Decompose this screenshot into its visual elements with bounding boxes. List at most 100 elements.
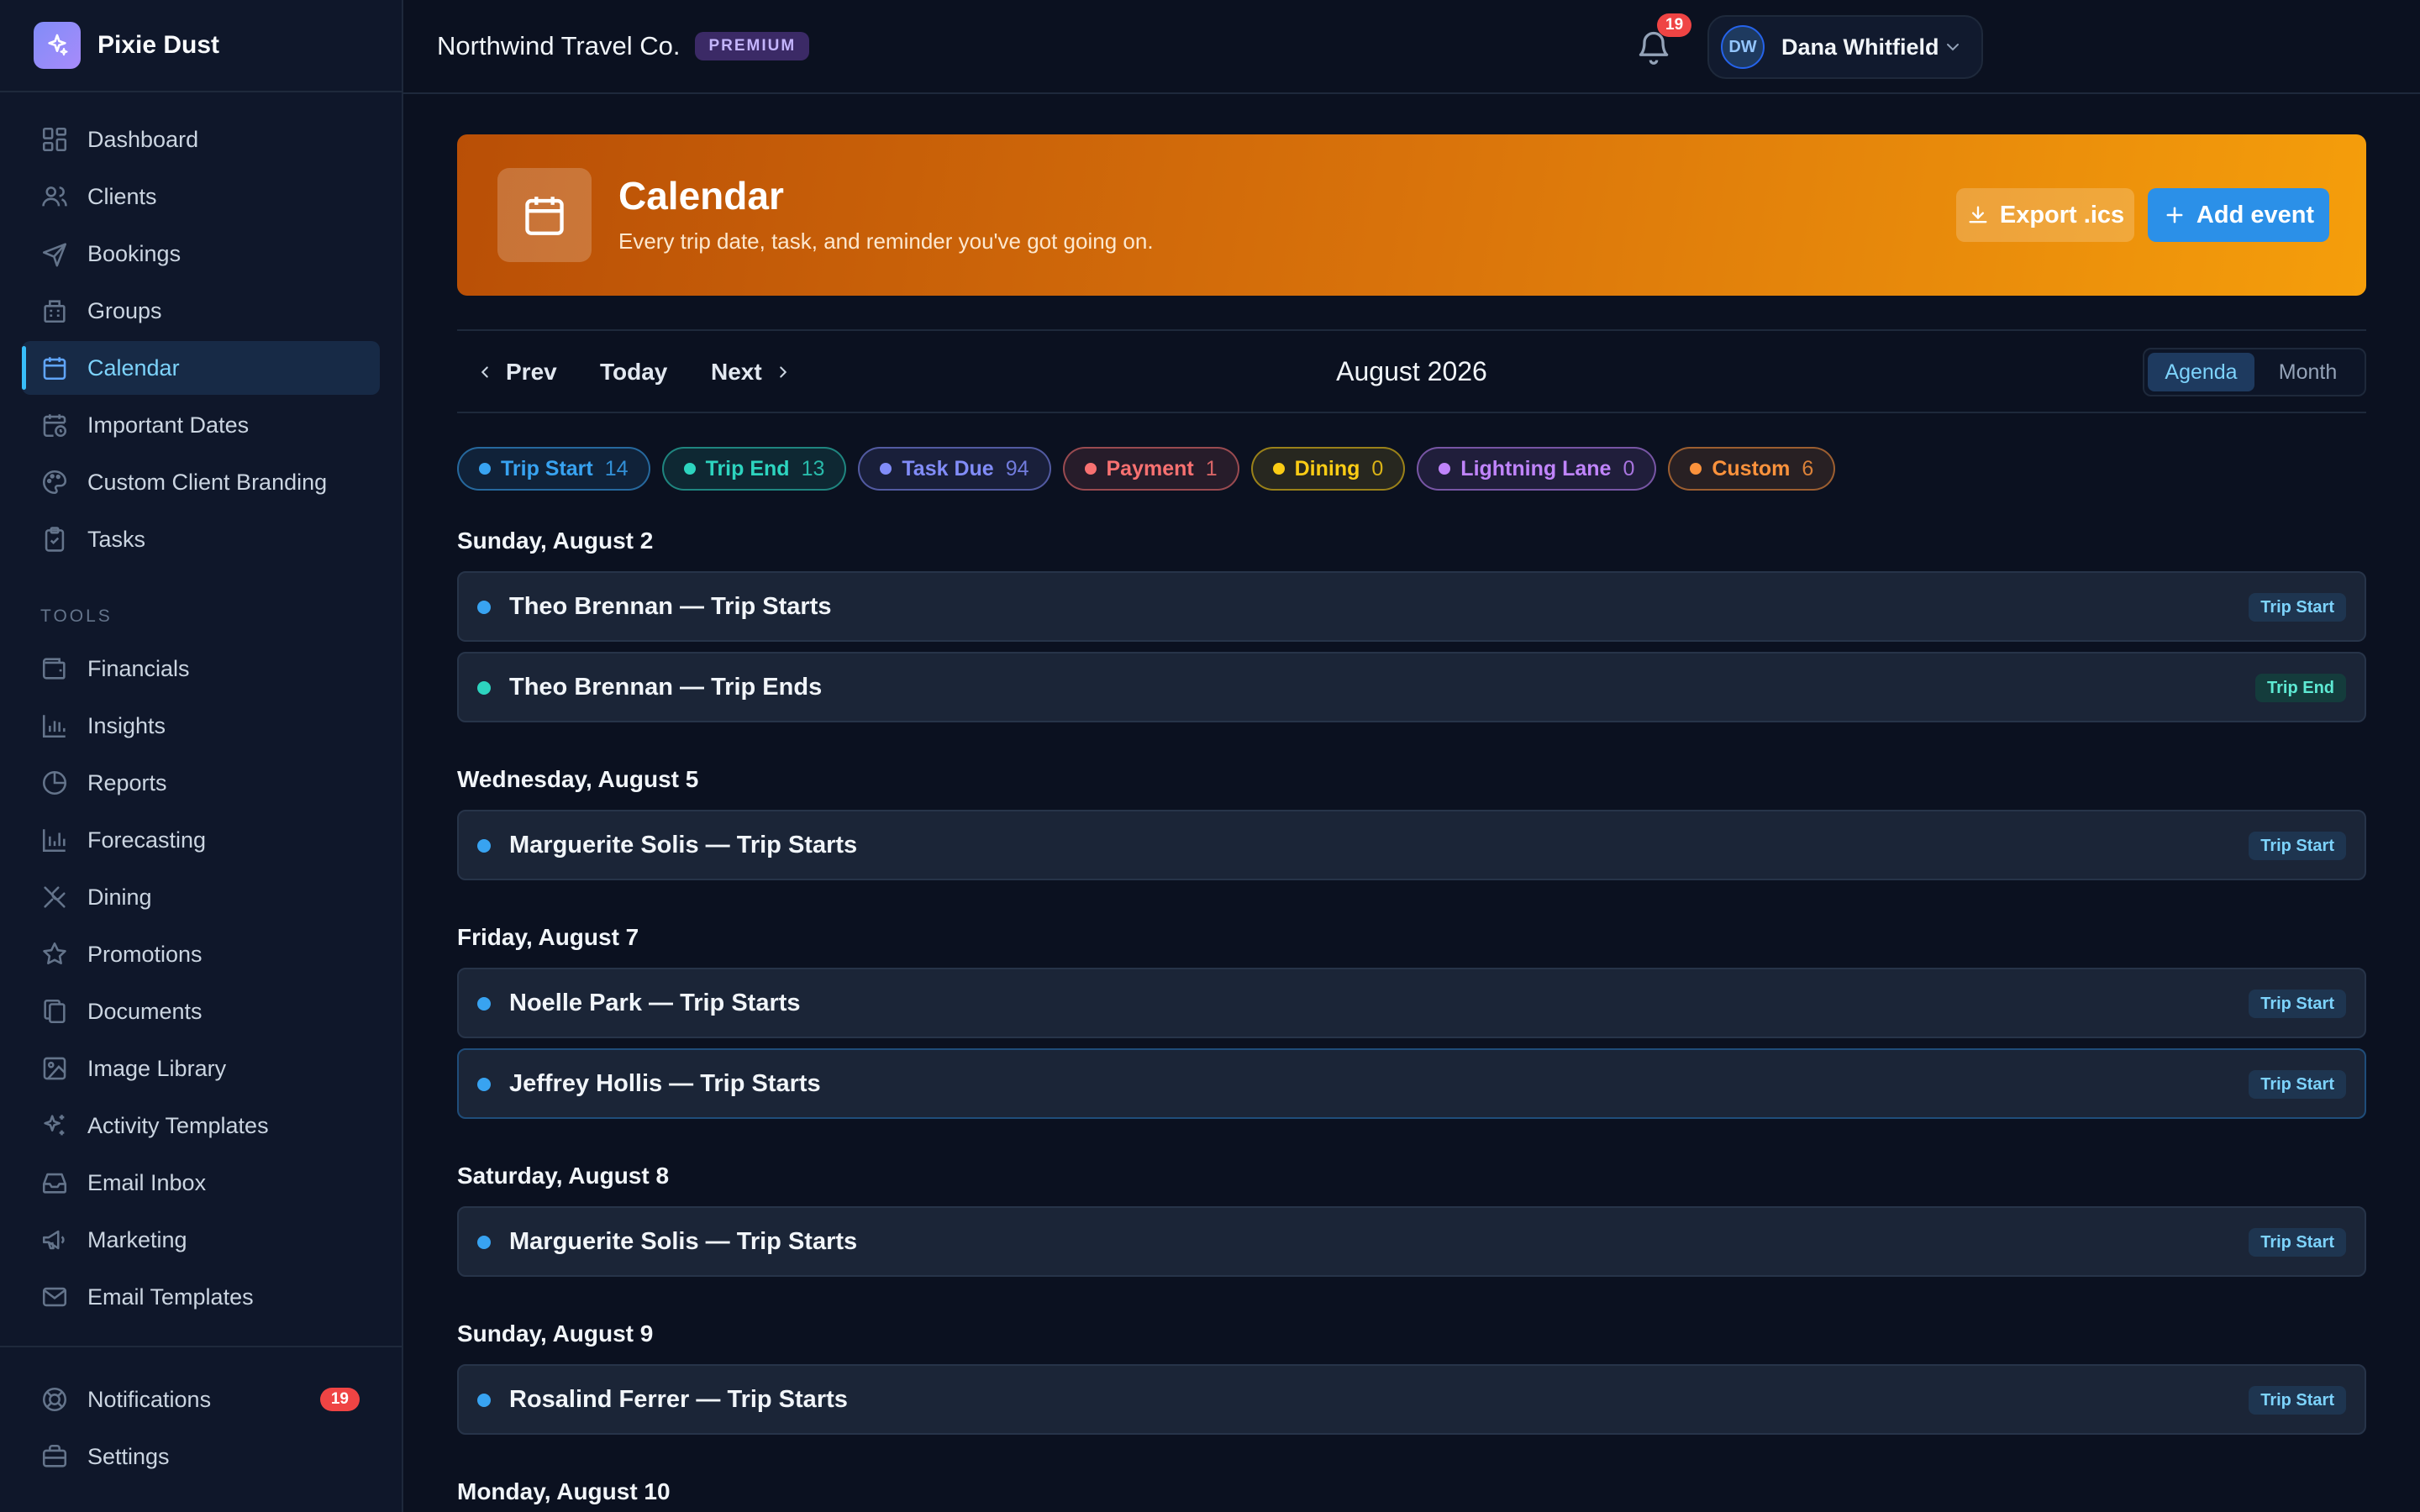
image-icon [43,1057,66,1080]
megaphone-icon [42,1230,65,1250]
agenda-event[interactable]: Rosalind Ferrer — Trip Starts Trip Start [457,1364,2366,1435]
sidebar-item-label: Bookings [87,240,182,266]
filter-count: 1 [1205,456,1218,480]
wallet-icon [42,658,66,680]
view-agenda-button[interactable]: Agenda [2148,353,2254,391]
filter-count: 94 [1005,456,1029,480]
agenda-event[interactable]: Marguerite Solis — Trip Starts Trip Star… [457,1206,2366,1277]
sidebar-item-insights[interactable]: Insights [22,699,380,753]
filter-chip-custom[interactable]: Custom 6 [1668,447,1836,491]
event-dot-icon [477,681,491,695]
sidebar-item-documents[interactable]: Documents [22,984,380,1038]
agenda-event[interactable]: Marguerite Solis — Trip Starts Trip Star… [457,810,2366,880]
event-title: Theo Brennan — Trip Ends [509,674,823,701]
sidebar-item-promotions[interactable]: Promotions [22,927,380,981]
add-event-button[interactable]: Add event [2148,188,2329,242]
day-heading: Friday, August 7 [457,924,639,950]
plus-icon [2166,207,2183,223]
sidebar-item-groups[interactable]: Groups [22,284,380,338]
briefcase-icon [42,1444,67,1467]
event-type-badge: Trip Start [2249,593,2346,622]
sidebar-item-label: Settings [87,1443,170,1469]
export-ics-label: Export .ics [1999,201,2125,228]
day-heading: Wednesday, August 5 [457,766,699,792]
sidebar-item-image-library[interactable]: Image Library [22,1042,380,1095]
sidebar-item-clients[interactable]: Clients [22,170,380,223]
export-ics-button[interactable]: Export .ics [1956,188,2134,242]
sidebar-item-label: Activity Templates [87,1112,269,1138]
plane-icon [42,243,67,267]
event-title: Marguerite Solis — Trip Starts [509,1228,858,1255]
filter-chip-trip-end[interactable]: Trip End 13 [661,447,847,491]
sidebar-item-custom-client-branding[interactable]: Custom Client Branding [22,455,380,509]
sidebar-item-dining[interactable]: Dining [22,870,380,924]
sidebar-item-label: Groups [87,297,162,323]
sidebar-item-important-dates[interactable]: Important Dates [22,398,380,452]
filter-chip-payment[interactable]: Payment 1 [1062,447,1239,491]
sparkle-logo-icon [34,22,81,69]
lifebuoy-icon [42,1387,67,1412]
sidebar-item-bookings[interactable]: Bookings [22,227,380,281]
agenda-event[interactable]: Theo Brennan — Trip Ends Trip End [457,652,2366,722]
filter-count: 13 [801,456,825,480]
building-icon [44,300,66,323]
sidebar-item-reports[interactable]: Reports [22,756,380,810]
sidebar-item-calendar[interactable]: Calendar [22,341,380,395]
filter-chip-dining[interactable]: Dining 0 [1250,447,1406,491]
event-title: Marguerite Solis — Trip Starts [509,832,858,858]
filter-chip-lightning-lane[interactable]: Lightning Lane 0 [1417,447,1657,491]
event-dot-icon [477,1394,491,1407]
event-dot-icon [477,1236,491,1249]
top-bar: Northwind Travel Co. PREMIUM [403,0,2420,94]
sidebar-nav: Dashboard Clients Bookings Groups Calend… [0,92,402,1483]
current-month: August 2026 [1336,356,1487,386]
pie-chart-icon [42,770,67,795]
brand[interactable]: Pixie Dust [0,0,402,92]
brand-name: Pixie Dust [97,31,220,59]
sidebar-item-email-templates[interactable]: Email Templates [22,1270,380,1324]
filter-label: Trip End [705,456,790,480]
filter-label: Trip Start [501,456,593,480]
calendar-clock-icon [43,414,67,438]
sidebar-item-settings[interactable]: Settings [22,1430,380,1483]
sidebar-item-dashboard[interactable]: Dashboard [22,113,380,166]
sidebar-item-label: Email Templates [87,1284,254,1310]
sidebar-item-label: Dining [87,884,152,910]
files-icon [44,999,66,1024]
filter-count: 6 [1802,456,1814,480]
event-type-badge: Trip End [2255,674,2346,702]
sidebar-item-activity-templates[interactable]: Activity Templates [22,1099,380,1152]
agenda-event[interactable]: Noelle Park — Trip Starts Trip Start [457,968,2366,1038]
filter-label: Task Due [902,456,994,480]
sidebar-item-notifications[interactable]: Notifications 19 [22,1373,380,1426]
event-title: Rosalind Ferrer — Trip Starts [509,1386,848,1413]
filter-chip-trip-start[interactable]: Trip Start 14 [457,447,650,491]
sidebar-item-tasks[interactable]: Tasks [22,512,380,566]
lightning-lane-dot-icon [1439,463,1451,475]
agenda-event[interactable]: Theo Brennan — Trip Starts Trip Start [457,571,2366,642]
users-icon [42,186,67,207]
sidebar-item-label: Email Inbox [87,1169,207,1195]
event-title: Noelle Park — Trip Starts [509,990,801,1016]
event-type-badge: Trip Start [2249,1228,2346,1257]
sidebar-item-financials[interactable]: Financials [22,642,380,696]
filter-chip-task-due[interactable]: Task Due 94 [858,447,1051,491]
day-heading: Saturday, August 8 [457,1163,670,1189]
sparkles-icon [44,1115,65,1136]
user-menu[interactable]: DW Dana Whitfield [1707,15,1983,79]
sidebar-item-label: Calendar [87,354,180,381]
agenda-event[interactable]: Jeffrey Hollis — Trip Starts Trip Start [457,1048,2366,1119]
sidebar-item-email-inbox[interactable]: Email Inbox [22,1156,380,1210]
filter-count: 14 [604,456,629,480]
event-type-badge: Trip Start [2249,1070,2346,1099]
calendar-navigation: Prev Today Next August 2026 Agenda Month [457,329,2366,413]
add-event-label: Add event [2196,201,2315,228]
sidebar-item-label: Notifications [87,1386,212,1412]
view-toggle: Agenda Month [2143,348,2366,396]
sidebar-item-label: Custom Client Branding [87,469,328,495]
sidebar-item-label: Clients [87,183,157,209]
payment-dot-icon [1084,463,1097,475]
view-month-button[interactable]: Month [2254,353,2361,391]
sidebar-item-forecasting[interactable]: Forecasting [22,813,380,867]
sidebar-item-marketing[interactable]: Marketing [22,1213,380,1267]
